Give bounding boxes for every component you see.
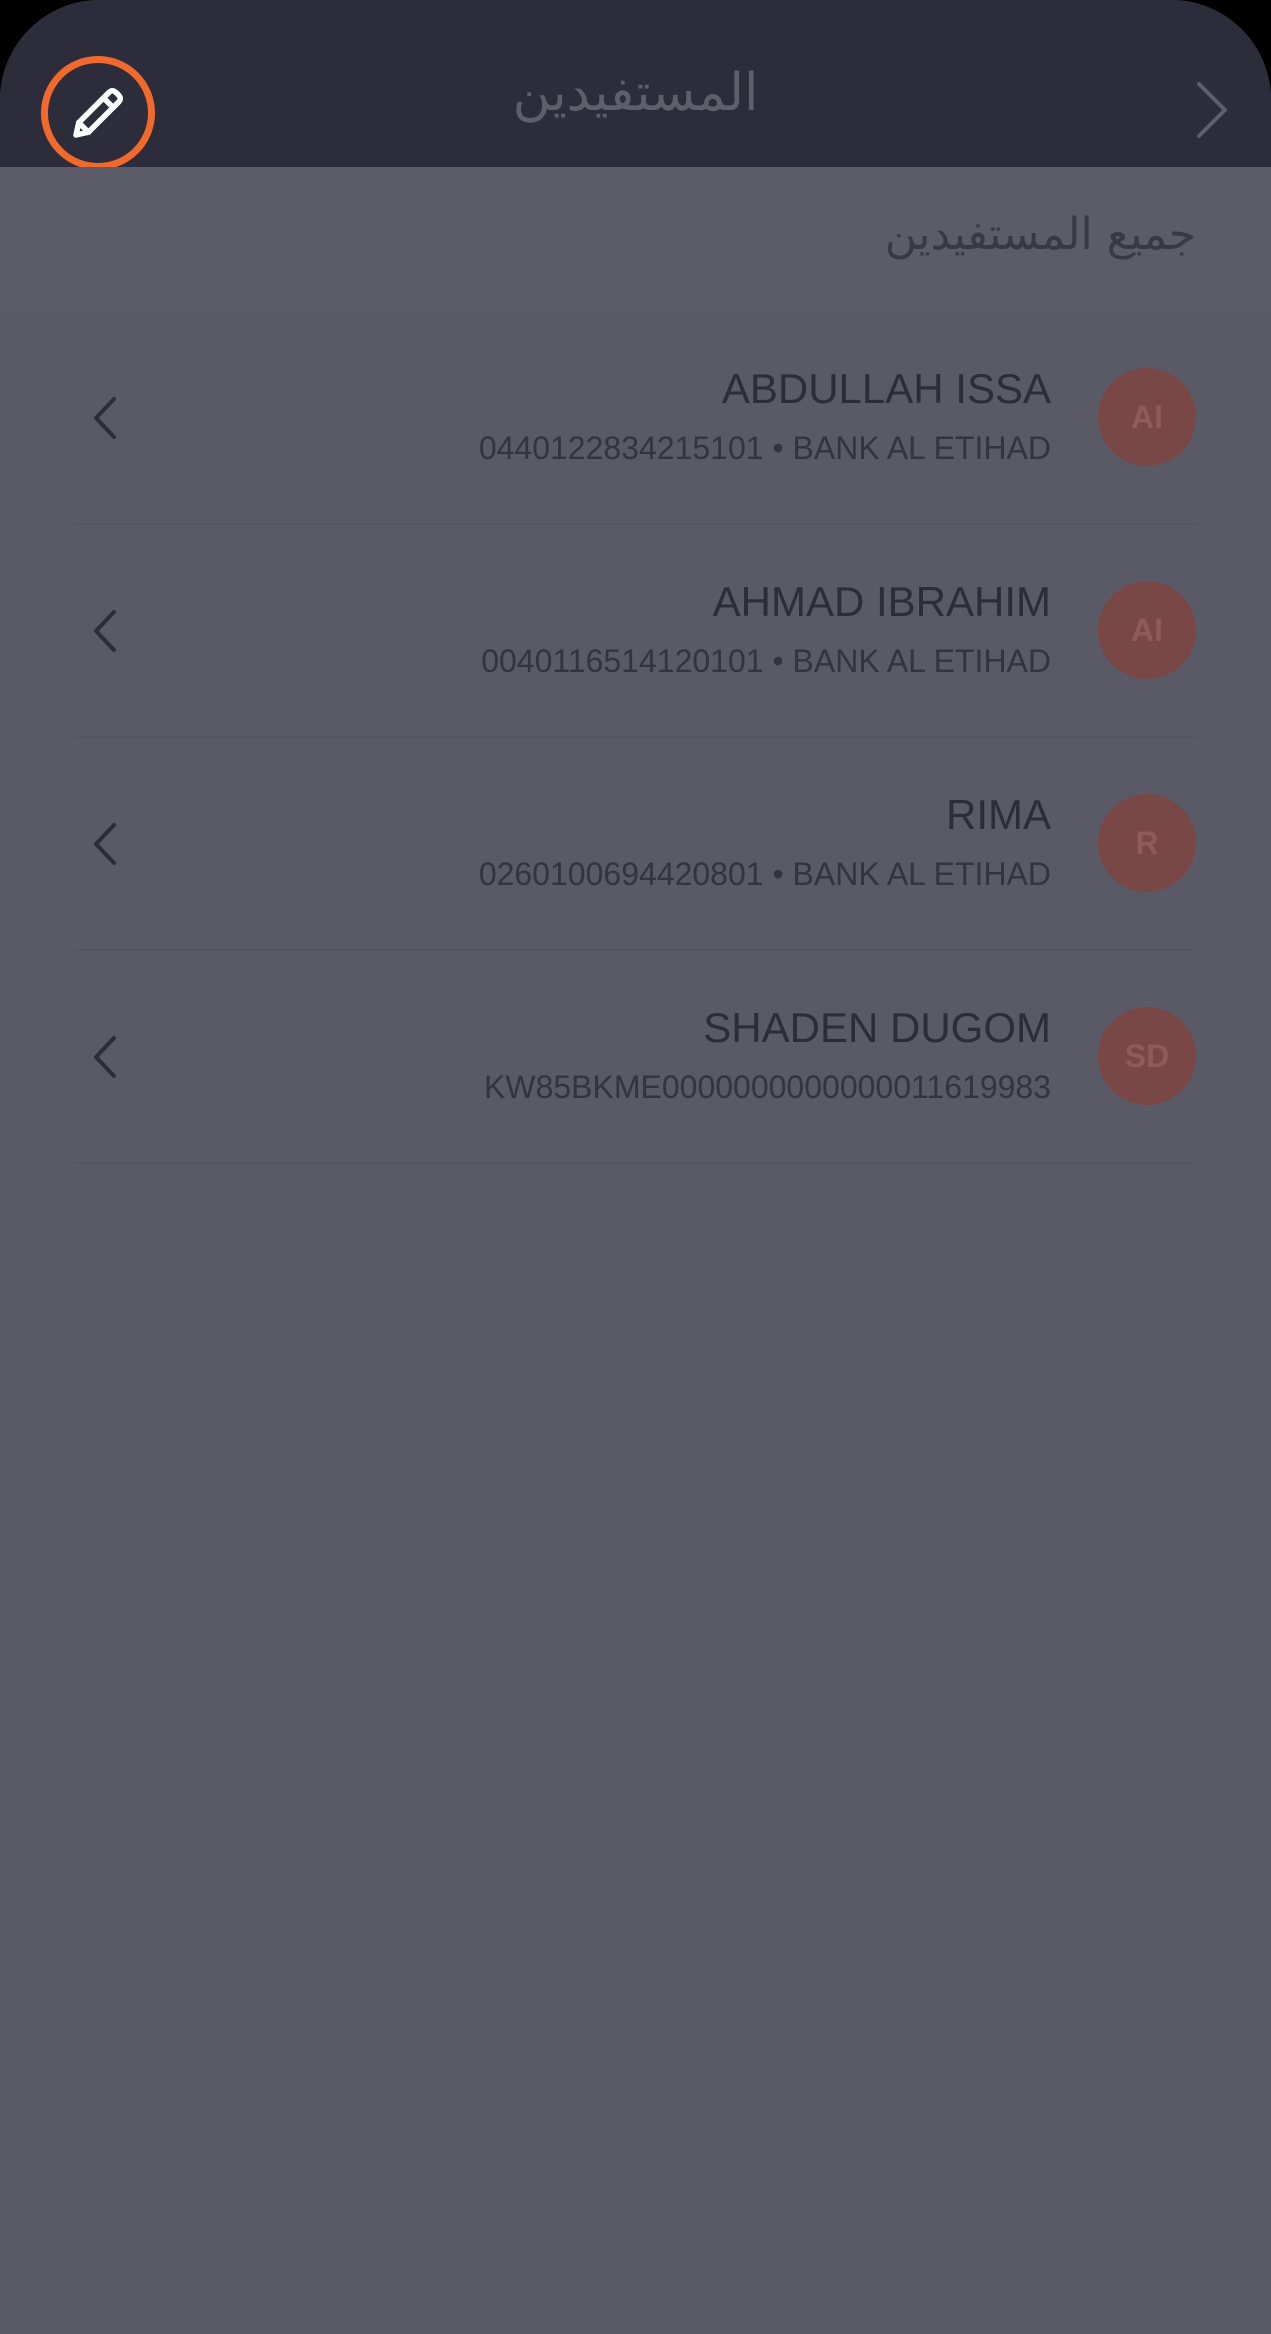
beneficiary-row[interactable]: AHMAD IBRAHIM 0040116514120101 • BANK AL…	[75, 525, 1196, 738]
avatar: SD	[1098, 1007, 1196, 1105]
section-title: جميع المستفيدين	[884, 209, 1196, 260]
beneficiary-name: RIMA	[946, 791, 1051, 838]
back-button[interactable]	[1171, 70, 1251, 150]
beneficiary-name: AHMAD IBRAHIM	[712, 578, 1051, 625]
app-header: المستفيدين	[0, 0, 1271, 170]
chevron-right-icon	[1197, 82, 1227, 138]
avatar: AI	[1098, 581, 1196, 679]
chevron-left-icon	[75, 591, 135, 671]
beneficiary-row[interactable]: ABDULLAH ISSA 0440122834215101 • BANK AL…	[75, 312, 1196, 525]
avatar: AI	[1098, 368, 1196, 466]
beneficiary-account: 0440122834215101 • BANK AL ETIHAD	[478, 430, 1051, 466]
chevron-left-icon	[75, 1017, 135, 1097]
page-title: المستفيدين	[512, 63, 759, 123]
beneficiary-name: ABDULLAH ISSA	[721, 365, 1051, 412]
beneficiary-row[interactable]: SHADEN DUGOM KW85BKME0000000000000011619…	[75, 951, 1196, 1164]
beneficiary-iban: KW85BKME0000000000000011619983	[484, 1069, 1051, 1105]
beneficiary-account: 0040116514120101 • BANK AL ETIHAD	[481, 643, 1051, 679]
chevron-left-icon	[75, 378, 135, 458]
chevron-left-icon	[75, 804, 135, 884]
avatar: R	[1098, 794, 1196, 892]
beneficiary-name: SHADEN DUGOM	[703, 1004, 1051, 1051]
beneficiary-row[interactable]: RIMA 0260100694420801 • BANK AL ETIHAD R	[75, 738, 1196, 951]
beneficiary-list: ABDULLAH ISSA 0440122834215101 • BANK AL…	[0, 312, 1271, 1164]
beneficiaries-screen: المستفيدين جميع المستفيدين ABDULLAH ISSA…	[0, 0, 1271, 2334]
beneficiary-account: 0260100694420801 • BANK AL ETIHAD	[478, 856, 1051, 892]
